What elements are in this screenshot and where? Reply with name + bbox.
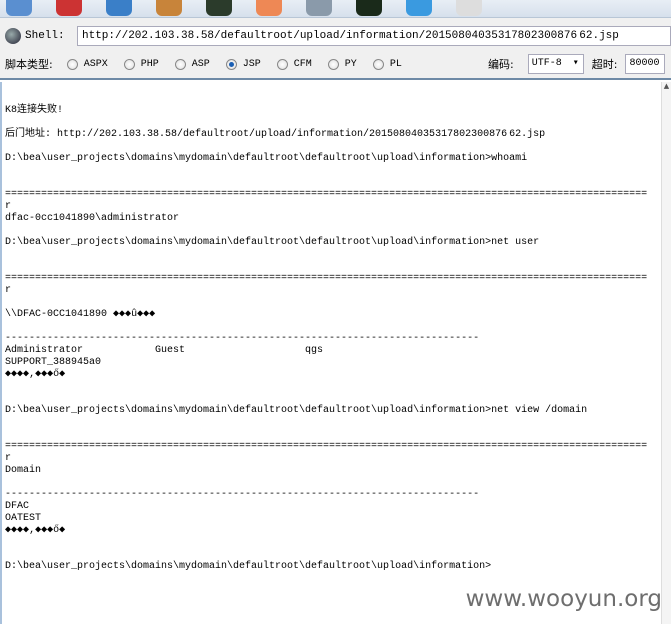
radio-button[interactable] [327, 58, 339, 70]
script-type-radio-aspx[interactable]: ASPX [66, 58, 108, 70]
ladybug-icon[interactable] [56, 0, 82, 16]
output-line: r [5, 201, 12, 212]
command-output: K8连接失败! 后门地址: http://202.103.38.58/defaul… [5, 105, 647, 573]
radar-icon[interactable] [356, 0, 382, 16]
scroll-up-icon[interactable]: ▲ [662, 82, 671, 92]
rocket-icon[interactable] [256, 0, 282, 16]
vertical-scrollbar[interactable]: ▲ [661, 82, 671, 624]
radio-label: CFM [293, 58, 312, 70]
output-line: SUPPORT_388945a0 [5, 357, 102, 368]
output-line: D:\bea\user_projects\domains\mydomain\de… [5, 405, 588, 416]
script-type-radio-cfm[interactable]: CFM [276, 58, 312, 70]
script-type-group: 脚本类型: ASPX PHP ASP JSP CFM PY PL [5, 54, 418, 74]
output-line: OATEST [5, 513, 42, 524]
command-output-area[interactable]: K8连接失败! 后门地址: http://202.103.38.58/defaul… [0, 82, 671, 624]
radio-label: ASP [191, 58, 210, 70]
output-line: dfac-0cc1041890\administrator [5, 213, 180, 224]
shell-icon [5, 28, 21, 44]
timeout-input[interactable]: 80000 [625, 54, 666, 74]
radio-button[interactable] [225, 58, 237, 70]
script-type-radio-php[interactable]: PHP [123, 58, 159, 70]
terminal-icon[interactable] [206, 0, 232, 16]
radio-label: PY [344, 58, 357, 70]
radio-button[interactable] [276, 58, 288, 70]
database-icon[interactable] [306, 0, 332, 16]
cookie-icon[interactable] [156, 0, 182, 16]
encoding-label: 编码: [488, 58, 514, 71]
output-line: \\DFAC-0CC1041890 ◆◆◆û◆◆◆ [5, 309, 156, 320]
script-type-label: 脚本类型: [5, 58, 53, 71]
script-type-radio-pl[interactable]: PL [372, 58, 402, 70]
output-line: ----------------------------------------… [5, 489, 480, 500]
shell-label-group: Shell: [5, 25, 65, 47]
radio-button[interactable] [66, 58, 78, 70]
radio-label: ASPX [83, 58, 108, 70]
radio-label: JSP [242, 58, 261, 70]
output-line: ----------------------------------------… [5, 333, 480, 344]
output-line: Administrator Guest qgs [5, 345, 324, 356]
output-line: Domain [5, 465, 42, 476]
refresh-icon[interactable] [456, 0, 482, 16]
script-type-radio-py[interactable]: PY [327, 58, 357, 70]
pie-icon[interactable] [406, 0, 432, 16]
radio-button[interactable] [123, 58, 135, 70]
output-line: K8连接失败! [5, 105, 64, 116]
output-line: ========================================… [5, 441, 648, 452]
shell-label: Shell: [25, 30, 65, 42]
timeout-label: 超时: [591, 58, 618, 71]
output-line: ◆◆◆◆,◆◆◆ő◆ [5, 525, 66, 536]
output-line: 后门地址: http://202.103.38.58/defaultroot/u… [5, 129, 546, 140]
output-line: D:\bea\user_projects\domains\mydomain\de… [5, 561, 492, 572]
radio-button[interactable] [174, 58, 186, 70]
encoding-select[interactable]: UTF-8 [527, 54, 584, 74]
radio-label: PHP [140, 58, 159, 70]
output-line: D:\bea\user_projects\domains\mydomain\de… [5, 237, 540, 248]
output-line: DFAC [5, 501, 30, 512]
output-line: r [5, 453, 12, 464]
output-line: r [5, 285, 12, 296]
script-type-radio-jsp[interactable]: JSP [225, 58, 261, 70]
output-line: ========================================… [5, 189, 648, 200]
output-line: ========================================… [5, 273, 648, 284]
radio-label: PL [389, 58, 402, 70]
shell-url-input[interactable]: http://202.103.38.58/defaultroot/upload/… [77, 26, 671, 46]
window-icon[interactable] [106, 0, 132, 16]
encoding-group: 编码: UTF-8 超时: 80000 [488, 54, 666, 74]
shell-toolbar: Shell: http://202.103.38.58/defaultroot/… [0, 18, 671, 80]
app-icon-bar [0, 0, 671, 18]
output-line: D:\bea\user_projects\domains\mydomain\de… [5, 153, 528, 164]
radio-button[interactable] [372, 58, 384, 70]
watermark: www.wooyun.org [465, 586, 662, 612]
script-type-radio-asp[interactable]: ASP [174, 58, 210, 70]
computer-icon[interactable] [6, 0, 32, 16]
output-line: ◆◆◆◆,◆◆◆ő◆ [5, 369, 66, 380]
